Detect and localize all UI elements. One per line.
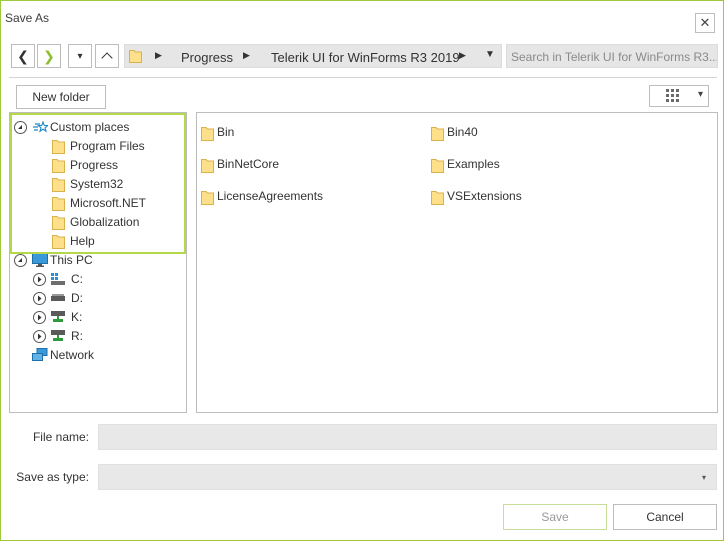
expander-icon[interactable] [33,311,46,324]
custom-places-icon [33,121,48,133]
breadcrumb-separator-icon: ▶ [459,50,466,60]
tree-item-program-files[interactable]: Program Files [52,137,182,156]
title-bar: Save As ✕ [1,1,723,35]
expander-icon[interactable] [14,254,27,267]
network-drive-icon [51,330,65,341]
network-icon [32,348,48,361]
tree-item-label: Microsoft.NET [70,196,147,210]
up-arrow-icon [101,52,113,64]
tree-node-label: Network [50,348,95,362]
folder-icon [52,216,65,230]
tree-item-label: Globalization [70,215,140,229]
close-button[interactable]: ✕ [695,13,715,33]
folder-icon [52,159,65,173]
list-item-licenseagreements[interactable]: LicenseAgreements [201,187,401,207]
folder-icon [201,159,214,173]
file-name-field[interactable] [98,424,717,450]
list-item-vsextensions[interactable]: VSExtensions [431,187,631,207]
tree-item-progress[interactable]: Progress [52,156,182,175]
back-arrow-icon: ❮ [17,47,29,64]
tree-item-globalization[interactable]: Globalization [52,213,182,232]
breadcrumb-separator-icon: ▶ [243,50,250,60]
grid-view-icon [666,89,679,102]
list-item-examples[interactable]: Examples [431,155,631,175]
file-list[interactable]: Bin BinNetCore LicenseAgreements Bin40 E… [196,112,718,413]
tree-item-drive-r[interactable]: R: [33,327,173,346]
network-drive-icon [51,311,65,322]
save-button[interactable]: Save [503,504,607,530]
save-as-type-label: Save as type: [16,470,89,484]
folder-icon [201,127,214,141]
tree-node-custom-places[interactable]: Custom places [14,118,184,137]
tree-item-help[interactable]: Help [52,232,182,251]
forward-arrow-icon: ❯ [43,47,55,64]
list-item-label: LicenseAgreements [217,189,324,203]
new-folder-button[interactable]: New folder [16,85,106,109]
tree-node-this-pc[interactable]: This PC [14,251,184,270]
tree-node-label: Custom places [50,120,130,134]
tree-item-microsoft-net[interactable]: Microsoft.NET [52,194,182,213]
list-item-label: VSExtensions [447,189,522,203]
tree-item-system32[interactable]: System32 [52,175,182,194]
save-as-dialog: Save As ✕ ❮ ❯ ▾ ▶ Progress ▶ Telerik UI … [0,0,724,541]
list-item-bin40[interactable]: Bin40 [431,123,631,143]
tree-item-label: R: [71,329,83,343]
forward-button[interactable]: ❯ [37,44,61,68]
folder-icon [129,50,142,63]
tree-node-label: This PC [50,253,93,267]
window-title: Save As [5,11,50,25]
folder-icon [431,159,444,173]
list-item-label: Bin40 [447,125,478,139]
expander-icon[interactable] [33,330,46,343]
system-drive-icon [51,273,65,285]
back-button[interactable]: ❮ [11,44,35,68]
search-input[interactable]: Search in Telerik UI for WinForms R3... [506,44,718,68]
folder-icon [52,178,65,192]
close-icon: ✕ [699,15,711,30]
expander-icon[interactable] [14,121,27,134]
navigation-tree[interactable]: Custom places Program Files Progress Sys… [9,112,187,413]
drive-icon [51,294,65,301]
tree-item-drive-c[interactable]: C: [33,270,173,289]
divider [9,77,717,78]
expander-icon[interactable] [33,292,46,305]
chevron-down-icon: ▾ [698,89,704,100]
tree-item-label: K: [71,310,83,324]
expander-icon[interactable] [33,273,46,286]
tree-item-drive-d[interactable]: D: [33,289,173,308]
recent-locations-dropdown[interactable]: ▾ [68,44,92,68]
folder-icon [52,235,65,249]
chevron-down-icon: ▾ [77,50,83,62]
tree-item-drive-k[interactable]: K: [33,308,173,327]
view-mode-button[interactable]: ▾ [649,85,709,107]
breadcrumb-item-telerik[interactable]: Telerik UI for WinForms R3 2019 [271,50,460,65]
list-item-bin[interactable]: Bin [201,123,401,143]
breadcrumb[interactable]: ▶ Progress ▶ Telerik UI for WinForms R3 … [124,44,502,68]
breadcrumb-separator-icon: ▶ [155,50,162,60]
list-item-binnetcore[interactable]: BinNetCore [201,155,401,175]
list-item-label: Examples [447,157,500,171]
tree-item-label: Progress [70,158,119,172]
cancel-button[interactable]: Cancel [613,504,717,530]
breadcrumb-item-progress[interactable]: Progress [181,50,233,65]
tree-item-label: D: [71,291,83,305]
folder-icon [52,197,65,211]
list-item-label: BinNetCore [217,157,280,171]
tree-item-label: Help [70,234,95,248]
computer-icon [32,253,48,267]
folder-icon [431,191,444,205]
breadcrumb-dropdown-icon[interactable]: ▼ [485,49,495,60]
up-button[interactable] [95,44,119,68]
folder-icon [52,140,65,154]
folder-icon [431,127,444,141]
save-as-type-select[interactable]: ▾ [98,464,717,490]
file-name-label: File name: [32,430,89,444]
chevron-down-icon: ▾ [702,473,707,482]
folder-icon [201,191,214,205]
tree-item-label: Program Files [70,139,145,153]
tree-item-label: System32 [70,177,124,191]
tree-item-label: C: [71,272,83,286]
list-item-label: Bin [217,125,235,139]
tree-node-network[interactable]: Network [32,346,182,365]
